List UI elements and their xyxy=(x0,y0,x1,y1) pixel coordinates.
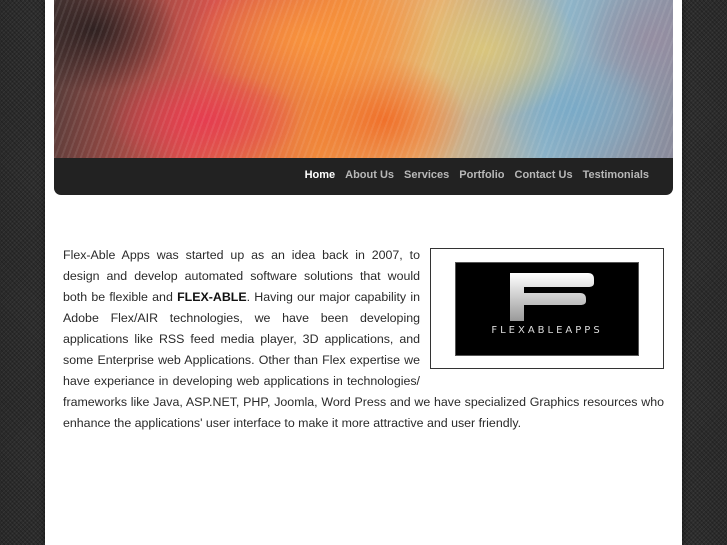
nav-portfolio[interactable]: Portfolio xyxy=(454,169,509,181)
nav-services[interactable]: Services xyxy=(399,169,454,181)
header: Home About Us Services Portfolio Contact… xyxy=(54,0,673,195)
page-container: Home About Us Services Portfolio Contact… xyxy=(45,0,682,545)
logo-frame: FLEXABLEAPPS xyxy=(430,248,664,369)
nav-contact-us[interactable]: Contact Us xyxy=(510,169,578,181)
nav-home[interactable]: Home xyxy=(300,169,341,181)
nav-about-us[interactable]: About Us xyxy=(340,169,399,181)
intro-emphasis: FLEX-ABLE xyxy=(177,290,247,304)
main-nav: Home About Us Services Portfolio Contact… xyxy=(300,169,654,181)
nav-testimonials[interactable]: Testimonials xyxy=(578,169,654,181)
logo-f-icon xyxy=(510,272,594,321)
company-logo: FLEXABLEAPPS xyxy=(455,261,639,356)
header-banner-image xyxy=(54,0,673,158)
main-content: FLEXABLEAPPS Flex-Able Apps was started … xyxy=(63,245,664,434)
logo-text: FLEXABLEAPPS xyxy=(491,324,603,336)
